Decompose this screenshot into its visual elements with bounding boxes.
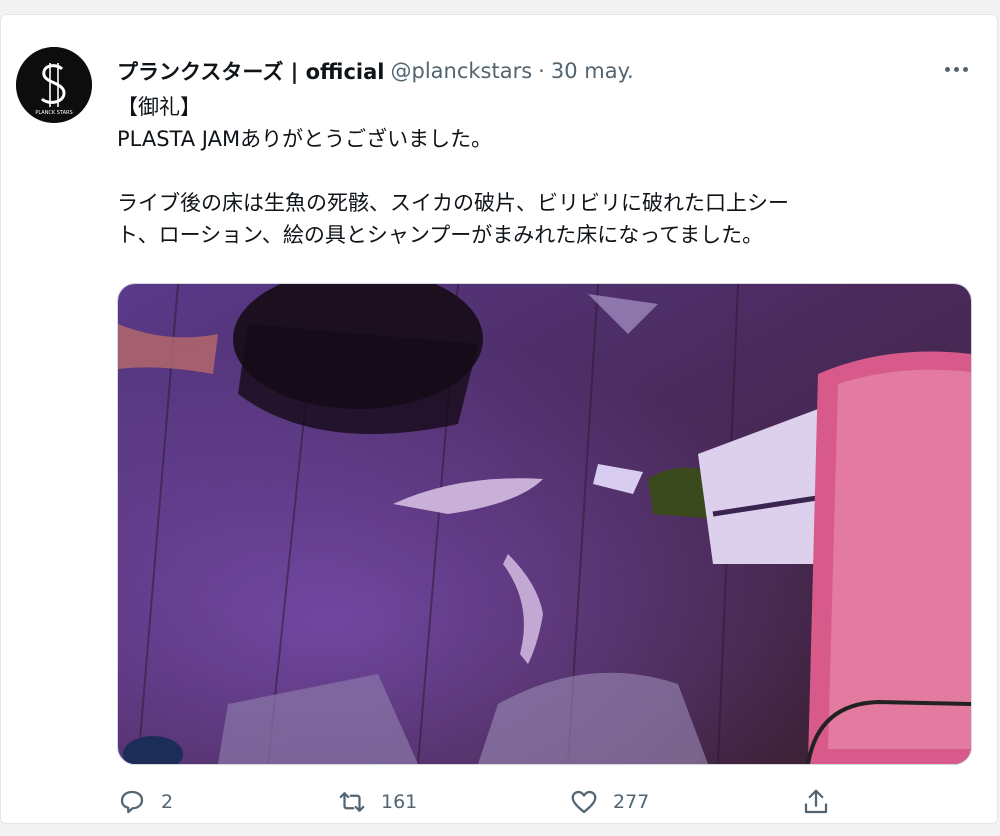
tweet-card[interactable]: PLANCK STARS プランクスターズ | official @planck… xyxy=(0,14,998,824)
reply-button[interactable]: 2 xyxy=(117,785,173,819)
stage-floor-photo xyxy=(118,284,971,764)
heart-icon xyxy=(571,790,597,814)
tweet-text-line: 【御礼】 xyxy=(117,95,201,119)
user-handle[interactable]: @planckstars xyxy=(390,59,532,83)
retweet-button[interactable]: 161 xyxy=(337,785,417,819)
more-horizontal-icon xyxy=(944,66,950,72)
like-button[interactable]: 277 xyxy=(569,785,649,819)
avatar[interactable]: PLANCK STARS xyxy=(16,47,92,123)
retweet-count: 161 xyxy=(381,791,418,813)
tweet-text-line: ト、ローション、絵の具とシャンプーがまみれた床になってました。 xyxy=(117,223,764,247)
more-options-button[interactable] xyxy=(941,55,971,83)
display-name[interactable]: プランクスターズ | official xyxy=(117,56,384,86)
tweet-text: 【御礼】 PLASTA JAMありがとうございました。 ライブ後の床は生魚の死骸… xyxy=(117,91,967,251)
svg-text:PLANCK STARS: PLANCK STARS xyxy=(35,110,72,116)
reply-icon xyxy=(120,790,144,814)
retweet-icon xyxy=(339,792,365,812)
planck-stars-logo: PLANCK STARS xyxy=(16,47,92,123)
tweet-actions: 2 161 277 xyxy=(117,785,837,819)
tweet-header: プランクスターズ | official @planckstars · 30 ma… xyxy=(117,55,634,87)
more-dot xyxy=(962,66,968,72)
share-icon xyxy=(804,789,828,814)
tweet-text-line: PLASTA JAMありがとうございました。 xyxy=(117,127,493,151)
more-dot xyxy=(953,66,959,72)
share-button[interactable] xyxy=(801,785,831,819)
separator-dot: · xyxy=(538,59,545,83)
tweet-text-line: ライブ後の床は生魚の死骸、スイカの破片、ビリビリに破れた口上シー xyxy=(117,191,789,215)
tweet-date[interactable]: 30 may. xyxy=(551,59,634,83)
reply-count: 2 xyxy=(161,791,174,813)
like-count: 277 xyxy=(613,791,650,813)
tweet-photo[interactable] xyxy=(117,283,972,765)
